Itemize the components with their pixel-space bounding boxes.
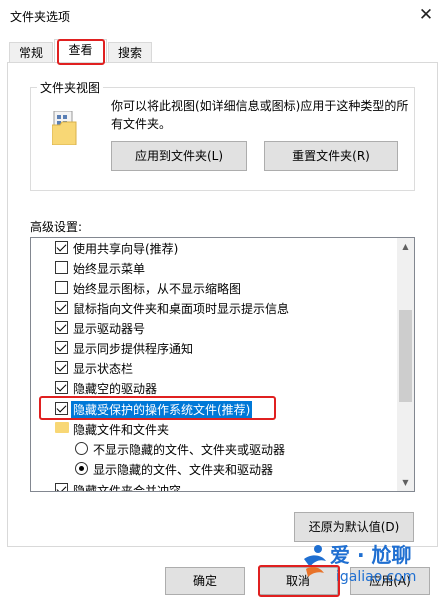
list-item[interactable]: 隐藏文件夹合并冲突 (31, 480, 396, 492)
list-item-label: 隐藏文件和文件夹 (73, 423, 170, 437)
watermark-url: igaliao.com (336, 569, 417, 585)
list-item-label: 不显示隐藏的文件、文件夹或驱动器 (93, 443, 286, 457)
folder-views-label: 文件夹视图 (37, 79, 104, 96)
folder-view-icon (51, 110, 78, 146)
reset-folders-button[interactable]: 重置文件夹(R) (264, 141, 398, 171)
list-item[interactable]: 显示隐藏的文件、文件夹和驱动器 (31, 459, 396, 479)
window-title: 文件夹选项 (10, 10, 71, 24)
checkbox[interactable] (55, 261, 68, 274)
list-item-label: 使用共享向导(推荐) (73, 242, 179, 256)
advanced-settings-label: 高级设置: (30, 220, 83, 234)
list-item[interactable]: 隐藏空的驱动器 (31, 378, 396, 398)
list-item-label: 始终显示菜单 (73, 262, 146, 276)
checkbox[interactable] (55, 281, 68, 294)
checkbox[interactable] (55, 341, 68, 354)
list-item[interactable]: 显示状态栏 (31, 358, 396, 378)
scroll-thumb[interactable] (399, 310, 412, 402)
description-line-1: 你可以将此视图(如详细信息或图标)应用于这种类型的所 (111, 99, 409, 113)
scroll-down-icon[interactable]: ▼ (397, 474, 414, 491)
description-line-2: 有文件夹。 (111, 117, 172, 131)
radio-button[interactable] (75, 442, 88, 455)
scroll-up-icon[interactable]: ▲ (397, 238, 414, 255)
radio-button[interactable] (75, 462, 88, 475)
list-item-label: 显示同步提供程序通知 (73, 342, 194, 356)
list-item[interactable]: 显示驱动器号 (31, 318, 396, 338)
advanced-settings-list[interactable]: 使用共享向导(推荐) 始终显示菜单 始终显示图标，从不显示缩略图 鼠标指向文件夹… (30, 237, 415, 492)
tab-general[interactable]: 常规 (9, 42, 53, 64)
checkbox[interactable] (55, 321, 68, 334)
folder-icon (55, 422, 69, 433)
apply-to-folders-button[interactable]: 应用到文件夹(L) (111, 141, 247, 171)
list-item[interactable]: 不显示隐藏的文件、文件夹或驱动器 (31, 439, 396, 459)
list-item-label: 始终显示图标，从不显示缩略图 (73, 282, 242, 296)
list-item[interactable]: 始终显示图标，从不显示缩略图 (31, 278, 396, 298)
list-item-label: 显示状态栏 (73, 362, 134, 376)
list-item-label: 隐藏文件夹合并冲突 (73, 484, 182, 492)
checkbox[interactable] (55, 361, 68, 374)
ok-button[interactable]: 确定 (165, 567, 245, 595)
selected-item-highlight-box (39, 396, 276, 420)
list-item[interactable]: 显示同步提供程序通知 (31, 338, 396, 358)
cancel-highlight-box (258, 565, 340, 597)
checkbox[interactable] (55, 301, 68, 314)
list-item[interactable]: 始终显示菜单 (31, 258, 396, 278)
checkbox[interactable] (55, 241, 68, 254)
list-item-label: 显示隐藏的文件、文件夹和驱动器 (93, 463, 274, 477)
folder-views-description: 你可以将此视图(如详细信息或图标)应用于这种类型的所 有文件夹。 (111, 97, 411, 133)
list-item-label: 隐藏空的驱动器 (73, 382, 158, 396)
close-icon[interactable]: ✕ (414, 4, 438, 26)
tab-search[interactable]: 搜索 (108, 42, 152, 64)
watermark-brand: 爱 · 尬聊 (330, 543, 412, 567)
list-item[interactable]: 使用共享向导(推荐) (31, 238, 396, 258)
list-item-label: 鼠标指向文件夹和桌面项时显示提示信息 (73, 302, 290, 316)
list-item-label: 显示驱动器号 (73, 322, 146, 336)
list-item[interactable]: 隐藏文件和文件夹 (31, 419, 396, 439)
checkbox[interactable] (55, 483, 68, 491)
checkbox[interactable] (55, 381, 68, 394)
tab-highlight-box (57, 39, 105, 65)
list-item[interactable]: 鼠标指向文件夹和桌面项时显示提示信息 (31, 298, 396, 318)
